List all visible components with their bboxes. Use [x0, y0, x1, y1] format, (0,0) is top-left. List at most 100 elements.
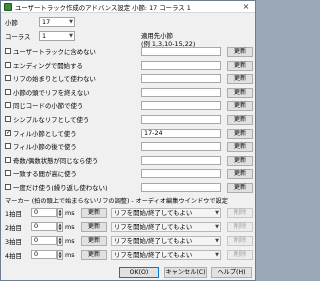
marker-mode-value: リフを開始/終了してもよい	[114, 209, 193, 217]
option-range-input[interactable]	[141, 74, 221, 83]
spin-button[interactable]: ▲ ▼	[57, 236, 63, 246]
measure-label: 小節	[5, 19, 18, 27]
option-label: シンプルなリフとして使う	[13, 116, 90, 124]
marker-offset-input[interactable]: 0	[31, 250, 57, 259]
option-checkbox[interactable]	[5, 116, 11, 122]
marker-label: 2拍目	[5, 224, 22, 232]
chevron-down-icon: ▼	[215, 224, 219, 230]
marker-update-button[interactable]: 更新	[81, 222, 107, 232]
option-range-input[interactable]	[141, 88, 221, 97]
marker-offset-input[interactable]: 0	[31, 236, 57, 245]
title-bar[interactable]: ユーザートラック作成のアドバンス設定 小節: 17 コーラス 1 ×	[1, 1, 255, 13]
marker-delete-button[interactable]: 削除	[227, 222, 253, 232]
option-checkbox[interactable]	[5, 143, 11, 149]
marker-label: 4拍目	[5, 252, 22, 260]
marker-label: 3拍目	[5, 238, 22, 246]
marker-mode-value: リフを開始/終了してもよい	[114, 223, 193, 231]
option-label: ユーザートラックに含めない	[13, 48, 96, 56]
marker-offset-input[interactable]: 0	[31, 222, 57, 231]
option-checkbox[interactable]	[5, 62, 11, 68]
option-range-input[interactable]	[141, 156, 221, 165]
chevron-down-icon: ▼	[69, 19, 73, 25]
chevron-down-icon: ▼	[215, 252, 219, 258]
marker-delete-button[interactable]: 削除	[227, 236, 253, 246]
chevron-down-icon: ▼	[58, 212, 62, 217]
marker-header: マーカー (拍の頭上で始まらないリフの調整) - オーディオ編集ウインドウで設定	[5, 198, 228, 205]
ok-button[interactable]: OK(O)	[119, 267, 159, 278]
measure-select[interactable]: 17 ▼	[39, 17, 75, 27]
marker-mode-value: リフを開始/終了してもよい	[114, 251, 193, 259]
marker-update-button[interactable]: 更新	[81, 250, 107, 260]
option-checkbox[interactable]	[5, 184, 11, 190]
option-range-input[interactable]	[141, 169, 221, 178]
option-label: 奇数/偶数状態が同じなら使う	[13, 157, 99, 165]
option-update-button[interactable]: 更新	[227, 61, 253, 71]
cancel-button[interactable]: キャンセル(C)	[164, 267, 207, 278]
option-update-button[interactable]: 更新	[227, 74, 253, 84]
marker-unit: ms	[65, 251, 75, 259]
chorus-select[interactable]: 1 ▼	[39, 31, 75, 41]
marker-mode-value: リフを開始/終了してもよい	[114, 237, 193, 245]
marker-update-button[interactable]: 更新	[81, 208, 107, 218]
option-update-button[interactable]: 更新	[227, 129, 253, 139]
chevron-down-icon: ▼	[215, 210, 219, 216]
chorus-value: 1	[42, 32, 47, 40]
option-checkbox[interactable]	[5, 48, 11, 54]
marker-mode-select[interactable]: リフを開始/終了してもよい ▼	[111, 222, 221, 232]
marker-update-button[interactable]: 更新	[81, 236, 107, 246]
chevron-down-icon: ▼	[69, 33, 73, 39]
option-label: リフの始まりとして使わない	[13, 75, 96, 83]
option-update-button[interactable]: 更新	[227, 88, 253, 98]
marker-mode-select[interactable]: リフを開始/終了してもよい ▼	[111, 250, 221, 260]
app-icon	[4, 3, 12, 11]
option-update-button[interactable]: 更新	[227, 156, 253, 166]
option-label: エンディングで開始する	[13, 62, 83, 70]
option-checkbox[interactable]: ✓	[5, 130, 11, 136]
marker-unit: ms	[65, 237, 75, 245]
option-update-button[interactable]: 更新	[227, 47, 253, 57]
option-update-button[interactable]: 更新	[227, 169, 253, 179]
chorus-label: コーラス	[5, 33, 31, 41]
spin-button[interactable]: ▲ ▼	[57, 208, 63, 218]
help-button[interactable]: ヘルプ(H)	[211, 267, 252, 278]
option-range-input[interactable]	[141, 115, 221, 124]
option-label: フィル小節として使う	[13, 130, 77, 138]
chevron-down-icon: ▼	[58, 240, 62, 245]
option-range-input[interactable]	[141, 47, 221, 56]
marker-unit: ms	[65, 223, 75, 231]
spin-button[interactable]: ▲ ▼	[57, 222, 63, 232]
option-update-button[interactable]: 更新	[227, 183, 253, 193]
marker-offset-input[interactable]: 0	[31, 208, 57, 217]
window-title: ユーザートラック作成のアドバンス設定 小節: 17 コーラス 1	[15, 4, 191, 12]
option-update-button[interactable]: 更新	[227, 142, 253, 152]
option-update-button[interactable]: 更新	[227, 115, 253, 125]
marker-delete-button[interactable]: 削除	[227, 250, 253, 260]
option-checkbox[interactable]	[5, 89, 11, 95]
option-label: フィル小節の後で使う	[13, 143, 77, 151]
marker-delete-button[interactable]: 削除	[227, 208, 253, 218]
chevron-down-icon: ▼	[58, 226, 62, 231]
marker-mode-select[interactable]: リフを開始/終了してもよい ▼	[111, 208, 221, 218]
option-checkbox[interactable]	[5, 102, 11, 108]
option-range-input[interactable]: 17-24	[141, 129, 221, 138]
measure-value: 17	[42, 18, 51, 26]
option-label: 一度だけ使う(繰り返し使わない)	[13, 184, 108, 192]
spin-button[interactable]: ▲ ▼	[57, 250, 63, 260]
close-button[interactable]: ×	[238, 2, 254, 12]
marker-mode-select[interactable]: リフを開始/終了してもよい ▼	[111, 236, 221, 246]
option-label: 同じコードの小節で使う	[13, 102, 84, 110]
chevron-down-icon: ▼	[215, 238, 219, 244]
option-update-button[interactable]: 更新	[227, 101, 253, 111]
chevron-down-icon: ▼	[58, 254, 62, 259]
dialog-window: ユーザートラック作成のアドバンス設定 小節: 17 コーラス 1 × 小節 17…	[0, 0, 256, 281]
marker-label: 1拍目	[5, 210, 22, 218]
option-range-input[interactable]	[141, 183, 221, 192]
option-checkbox[interactable]	[5, 157, 11, 163]
check-icon: ✓	[6, 129, 12, 136]
option-checkbox[interactable]	[5, 170, 11, 176]
option-range-input[interactable]	[141, 61, 221, 70]
marker-unit: ms	[65, 209, 75, 217]
option-range-input[interactable]	[141, 101, 221, 110]
option-range-input[interactable]	[141, 142, 221, 151]
option-checkbox[interactable]	[5, 75, 11, 81]
